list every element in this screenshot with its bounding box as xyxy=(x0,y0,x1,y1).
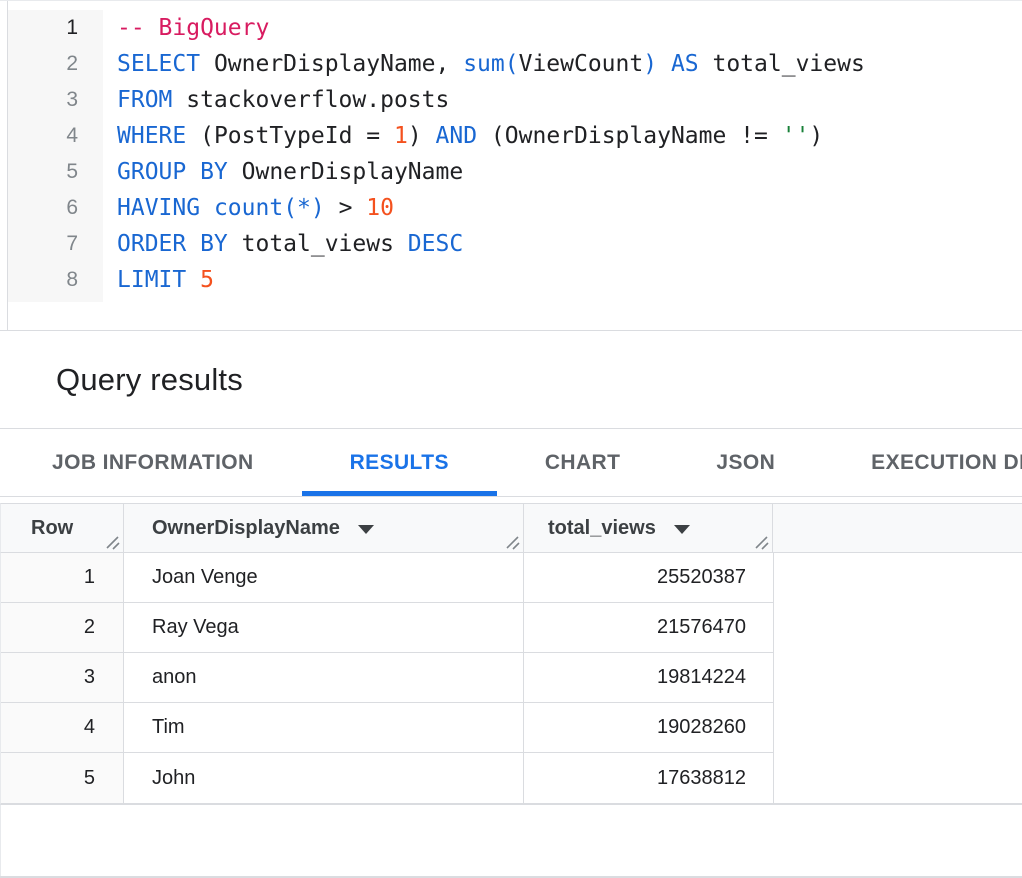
code-line[interactable]: SELECT OwnerDisplayName, sum(ViewCount) … xyxy=(117,46,865,82)
column-header-filler xyxy=(773,504,1022,552)
table-body-filler xyxy=(773,553,1022,803)
cell-total-views: 19814224 xyxy=(524,653,773,703)
sql-editor[interactable]: 12345678 -- BigQuerySELECT OwnerDisplayN… xyxy=(0,0,1022,331)
cell-total-views: 17638812 xyxy=(524,753,773,803)
cell-total-views: 21576470 xyxy=(524,603,773,653)
tab-json[interactable]: JSON xyxy=(668,429,823,496)
code-line[interactable]: LIMIT 5 xyxy=(117,262,865,298)
code-line[interactable]: HAVING count(*) > 10 xyxy=(117,190,865,226)
sql-editor-inner: 12345678 -- BigQuerySELECT OwnerDisplayN… xyxy=(7,1,1022,330)
tab-results[interactable]: RESULTS xyxy=(302,429,497,496)
line-number: 2 xyxy=(8,46,78,82)
line-number: 8 xyxy=(8,262,78,298)
cell-ownerdisplayname: anon xyxy=(124,653,524,703)
line-number: 5 xyxy=(8,154,78,190)
table-row[interactable]: 5John17638812 xyxy=(1,753,773,803)
column-header-total-views: total_views xyxy=(524,504,773,552)
results-table: Row OwnerDisplayName total_views 1Joan V… xyxy=(0,503,1022,805)
cell-row-number: 3 xyxy=(1,653,124,703)
table-header-row: Row OwnerDisplayName total_views xyxy=(0,503,1022,553)
tab-execution-details[interactable]: EXECUTION DETAILS xyxy=(823,429,1022,496)
cell-row-number: 2 xyxy=(1,603,124,653)
code-lines[interactable]: -- BigQuerySELECT OwnerDisplayName, sum(… xyxy=(103,10,865,298)
table-body: 1Joan Venge255203872Ray Vega215764703ano… xyxy=(0,553,1022,805)
cell-ownerdisplayname: Joan Venge xyxy=(124,553,524,603)
cell-row-number: 1 xyxy=(1,553,124,603)
table-rows: 1Joan Venge255203872Ray Vega215764703ano… xyxy=(1,553,773,803)
column-resize-handle-icon[interactable] xyxy=(105,535,120,550)
results-tabbar: JOB INFORMATIONRESULTSCHARTJSONEXECUTION… xyxy=(0,429,1022,497)
cell-ownerdisplayname: Tim xyxy=(124,703,524,753)
code-line[interactable]: -- BigQuery xyxy=(117,10,865,46)
table-row[interactable]: 1Joan Venge25520387 xyxy=(1,553,773,603)
tab-job-information[interactable]: JOB INFORMATION xyxy=(4,429,302,496)
cell-total-views: 19028260 xyxy=(524,703,773,753)
code-line[interactable]: ORDER BY total_views DESC xyxy=(117,226,865,262)
column-header-row: Row xyxy=(1,504,124,552)
results-footer-spacer xyxy=(0,805,1022,876)
line-number: 1 xyxy=(8,10,78,46)
column-header-total-views-label: total_views xyxy=(548,517,656,540)
cell-row-number: 4 xyxy=(1,703,124,753)
column-resize-handle-icon[interactable] xyxy=(505,535,520,550)
line-number: 6 xyxy=(8,190,78,226)
column-header-ownerdisplayname-label: OwnerDisplayName xyxy=(152,517,340,540)
line-number: 7 xyxy=(8,226,78,262)
tab-chart[interactable]: CHART xyxy=(497,429,669,496)
query-results-title: Query results xyxy=(56,362,243,398)
table-row[interactable]: 2Ray Vega21576470 xyxy=(1,603,773,653)
code-line[interactable]: WHERE (PostTypeId = 1) AND (OwnerDisplay… xyxy=(117,118,865,154)
cell-row-number: 5 xyxy=(1,753,124,803)
cell-ownerdisplayname: Ray Vega xyxy=(124,603,524,653)
column-dropdown-arrow-icon[interactable] xyxy=(358,525,374,534)
cell-total-views: 25520387 xyxy=(524,553,773,603)
line-number: 3 xyxy=(8,82,78,118)
column-header-row-label: Row xyxy=(31,517,73,540)
cell-ownerdisplayname: John xyxy=(124,753,524,803)
code-line[interactable]: FROM stackoverflow.posts xyxy=(117,82,865,118)
table-row[interactable]: 3anon19814224 xyxy=(1,653,773,703)
line-number-gutter: 12345678 xyxy=(8,10,103,302)
column-dropdown-arrow-icon[interactable] xyxy=(674,525,690,534)
table-row[interactable]: 4Tim19028260 xyxy=(1,703,773,753)
code-line[interactable]: GROUP BY OwnerDisplayName xyxy=(117,154,865,190)
query-results-section: Query results xyxy=(0,331,1022,429)
column-resize-handle-icon[interactable] xyxy=(754,535,769,550)
column-header-ownerdisplayname: OwnerDisplayName xyxy=(124,504,524,552)
line-number: 4 xyxy=(8,118,78,154)
